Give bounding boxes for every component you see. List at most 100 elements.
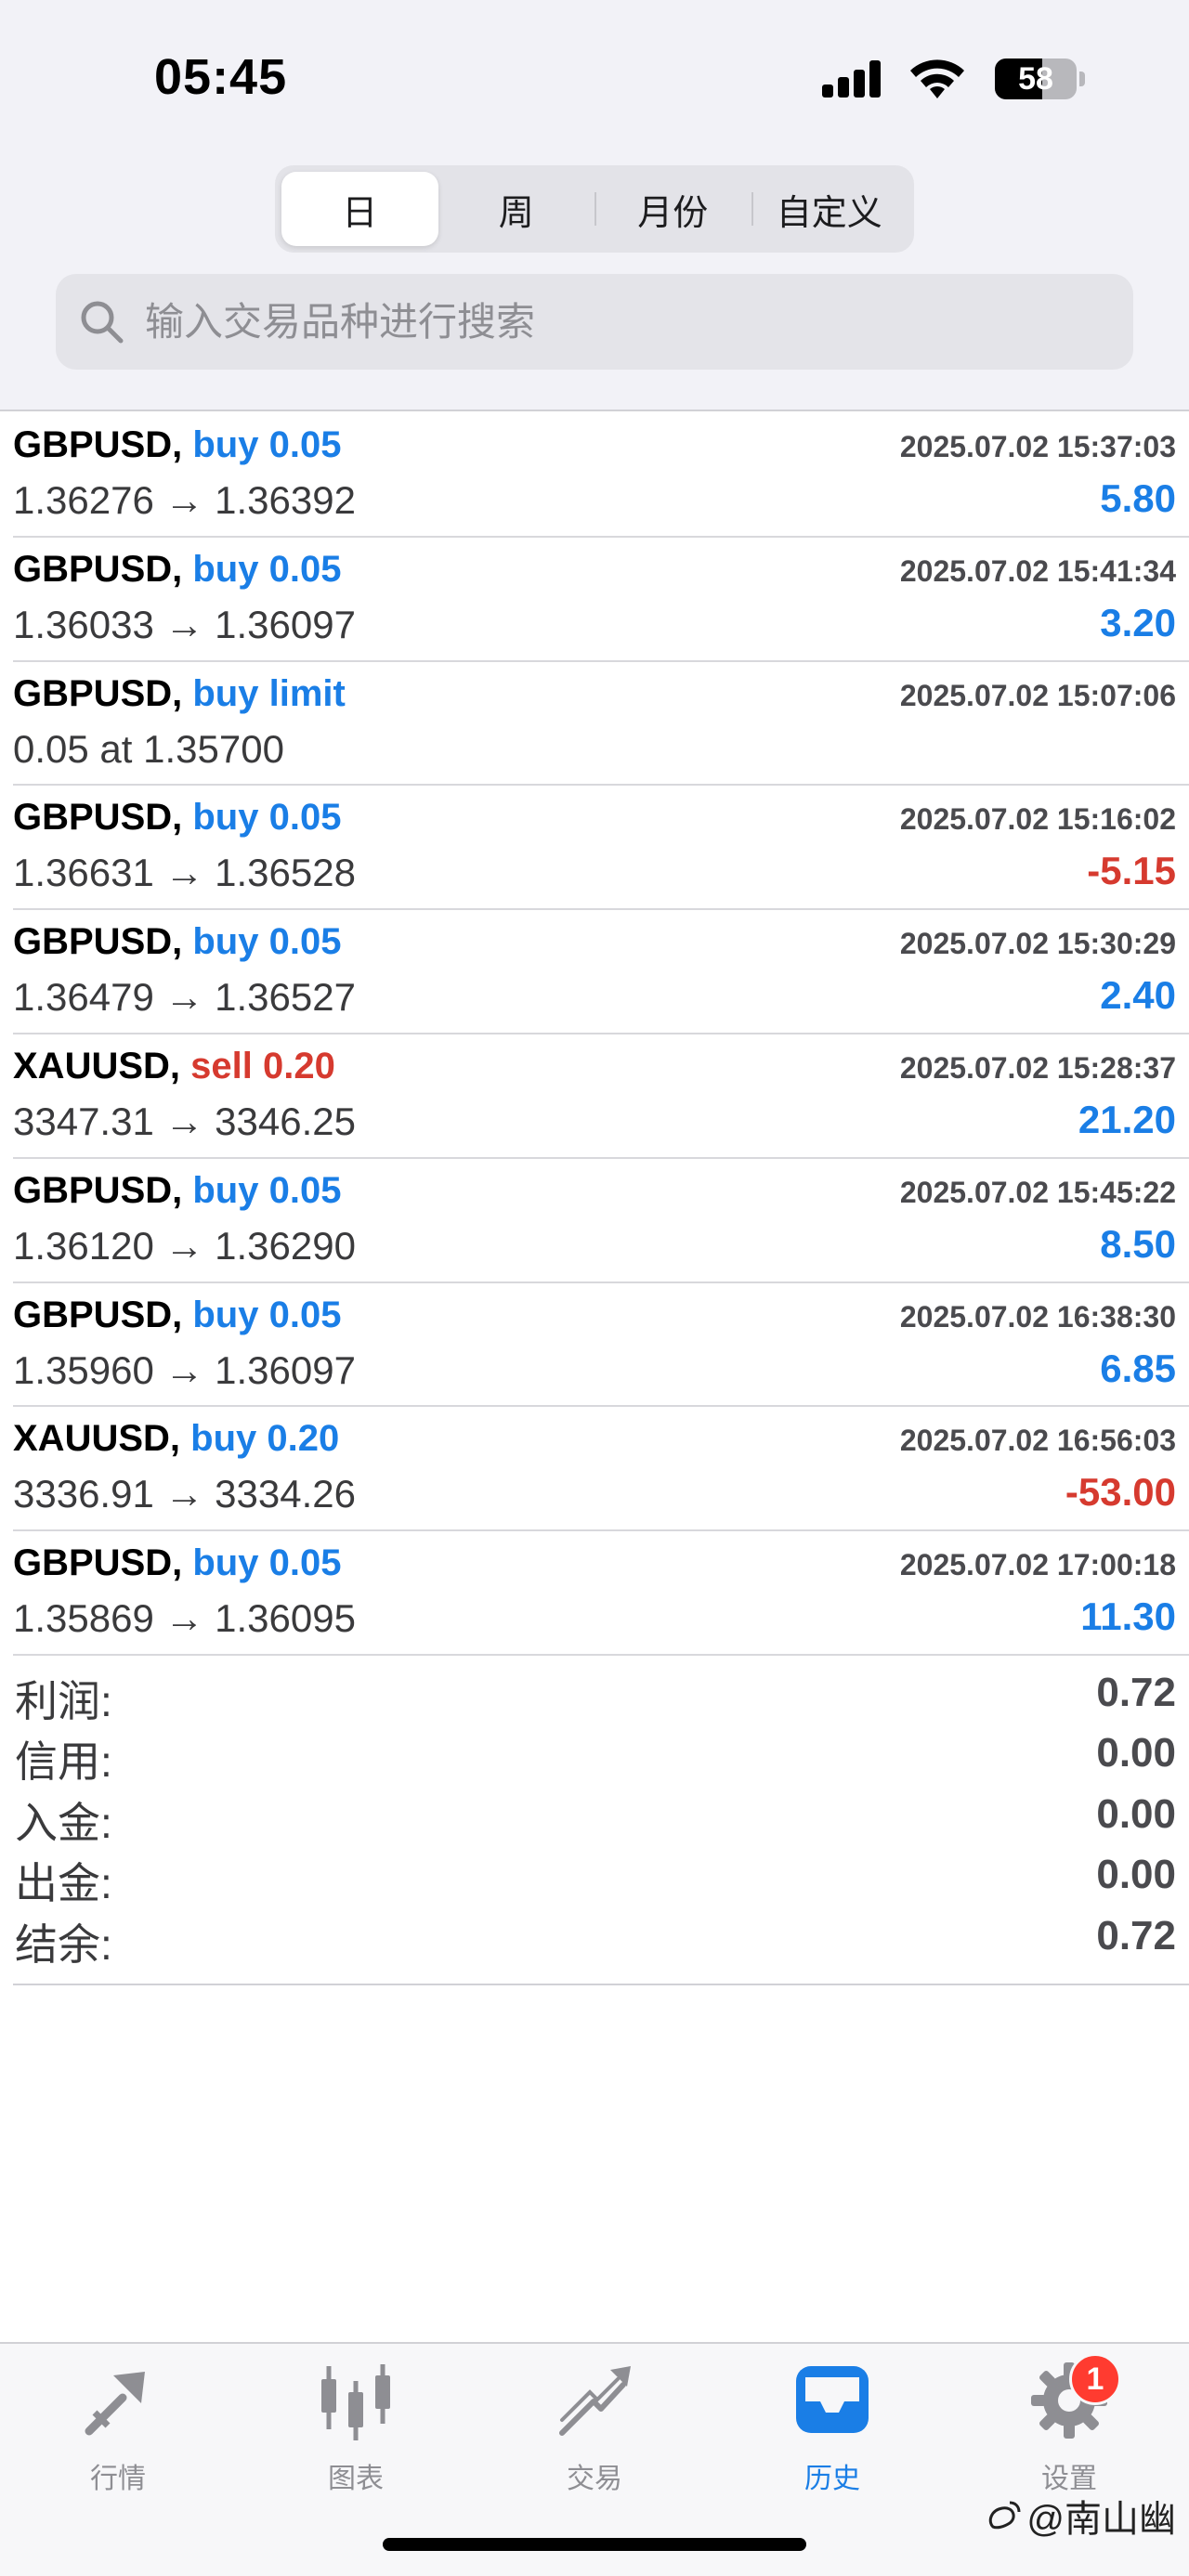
tab-history[interactable]: 历史 [758,2359,907,2517]
battery-level: 58 [1018,60,1053,97]
summary-label: 结余: [15,1919,112,1969]
trade-row[interactable]: XAUUSD, buy 0.20 2025.07.02 16:56:03 333… [0,1407,1189,1531]
trade-profit: 6.85 [1100,1346,1176,1390]
trade-prices: 1.36479 → 1.36527 [13,975,356,1020]
tab-label: 图表 [328,2464,384,2494]
trade-row[interactable]: GBPUSD, buy 0.05 2025.07.02 17:00:18 1.3… [0,1531,1189,1656]
summary-row-profit: 利润: 0.72 [0,1662,1189,1725]
tab-label: 交易 [567,2464,622,2494]
trade-row[interactable]: GBPUSD, buy 0.05 2025.07.02 15:41:34 1.3… [0,538,1189,662]
trade-symbol: XAUUSD, [13,1418,181,1460]
account-summary: 利润: 0.72 信用: 0.00 入金: 0.00 出金: 0.00 结余: … [0,1662,1189,1969]
trade-time: 2025.07.02 17:00:18 [899,1548,1176,1582]
trade-prices: 1.35960 → 1.36097 [13,1347,356,1392]
summary-value: 0.00 [1096,1790,1176,1837]
summary-value: 0.72 [1096,1670,1176,1715]
trade-profit: 21.20 [1078,1097,1176,1141]
trade-row[interactable]: GBPUSD, buy 0.05 2025.07.02 15:30:29 1.3… [0,910,1189,1034]
trade-profit: 5.80 [1100,476,1176,520]
trade-profit: -53.00 [1065,1470,1176,1515]
trade-list: GBPUSD, buy 0.05 2025.07.02 15:37:03 1.3… [0,413,1189,1656]
trade-prices: 1.36631 → 1.36528 [13,851,356,895]
trade-direction: buy 0.05 [192,1542,342,1584]
trade-symbol: GBPUSD, [13,921,183,963]
trade-row[interactable]: GBPUSD, buy 0.05 2025.07.02 16:38:30 1.3… [0,1283,1189,1408]
trade-direction: buy 0.20 [190,1418,340,1460]
search-icon [81,301,124,343]
trade-symbol: GBPUSD, [13,1294,183,1335]
trade-row[interactable]: XAUUSD, sell 0.20 2025.07.02 15:28:37 33… [0,1034,1189,1159]
trade-symbol: GBPUSD, [13,797,183,839]
trade-direction: buy 0.05 [192,1294,342,1335]
trade-row[interactable]: GBPUSD, buy limit 2025.07.02 15:07:06 0.… [0,662,1189,787]
trade-direction: buy 0.05 [192,548,342,590]
trade-prices: 3336.91 → 3334.26 [13,1472,356,1516]
trade-time: 2025.07.02 15:28:37 [899,1050,1176,1085]
search-input[interactable] [145,299,1092,345]
trade-direction: buy limit [192,672,346,714]
trade-profit: 8.50 [1100,1221,1176,1266]
battery-icon: 58 [995,59,1077,99]
period-segmented-control: 日 周 月份 自定义 [275,165,914,253]
tab-charts[interactable]: 图表 [281,2359,430,2517]
trade-row[interactable]: GBPUSD, buy 0.05 2025.07.02 15:16:02 1.3… [0,786,1189,910]
trade-row[interactable]: GBPUSD, buy 0.05 2025.07.02 15:37:03 1.3… [0,413,1189,538]
segment-week[interactable]: 周 [438,172,595,246]
chart-candles-icon [321,2364,390,2440]
trade-prices: 1.35869 → 1.36095 [13,1596,356,1641]
trade-symbol: GBPUSD, [13,672,183,714]
tab-quotes[interactable]: 行情 [44,2359,192,2517]
history-inbox-icon [796,2366,869,2433]
trade-time: 2025.07.02 15:16:02 [899,802,1176,837]
trade-icon [559,2366,631,2436]
weibo-logo-icon [989,2501,1021,2530]
summary-label: 信用: [15,1737,112,1787]
trade-prices: 3347.31 → 3346.25 [13,1099,356,1143]
summary-value: 0.00 [1096,1852,1176,1898]
trade-time: 2025.07.02 15:45:22 [899,1175,1176,1209]
summary-row-balance: 结余: 0.72 [0,1906,1189,1969]
summary-label: 利润: [15,1677,112,1725]
trade-symbol: XAUUSD, [13,1045,181,1086]
trade-symbol: GBPUSD, [13,548,183,590]
trade-time: 2025.07.02 15:41:34 [899,553,1176,588]
tab-trade[interactable]: 交易 [520,2359,669,2517]
trade-time: 2025.07.02 15:30:29 [899,927,1176,961]
summary-label: 出金: [15,1859,112,1908]
tab-label: 历史 [804,2464,860,2494]
segment-day[interactable]: 日 [281,172,438,246]
trade-profit: 3.20 [1100,600,1176,644]
trade-prices: 0.05 at 1.35700 [13,726,284,771]
summary-value: 0.72 [1096,1912,1176,1958]
trade-row[interactable]: GBPUSD, buy 0.05 2025.07.02 15:45:22 1.3… [0,1159,1189,1283]
segment-custom[interactable]: 自定义 [751,172,908,246]
trade-prices: 1.36276 → 1.36392 [13,478,356,522]
summary-row-credit: 信用: 0.00 [0,1723,1189,1786]
trade-time: 2025.07.02 16:56:03 [899,1424,1176,1458]
trade-profit: 2.40 [1100,973,1176,1018]
summary-label: 入金: [15,1798,112,1847]
summary-row-withdrawal: 出金: 0.00 [0,1844,1189,1907]
trade-prices: 1.36120 → 1.36290 [13,1223,356,1268]
status-icons: 58 [822,56,1085,102]
header-area: 05:45 58 日 周 月份 自定义 [0,0,1189,411]
notification-badge: 1 [1069,2353,1121,2405]
trade-time: 2025.07.02 16:38:30 [899,1299,1176,1334]
summary-value: 0.00 [1096,1730,1176,1776]
trade-direction: buy 0.05 [192,424,342,465]
cellular-signal-icon [822,60,881,98]
trade-symbol: GBPUSD, [13,1169,183,1211]
trade-direction: buy 0.05 [192,1169,342,1211]
trade-prices: 1.36033 → 1.36097 [13,602,356,646]
home-indicator[interactable] [383,2538,806,2551]
watermark-text: @南山幽 [1026,2499,1176,2540]
status-time: 05:45 [154,49,288,105]
trade-profit: 11.30 [1080,1594,1176,1639]
trade-direction: buy 0.05 [192,797,342,839]
history-screen: 05:45 58 日 周 月份 自定义 输入交易品种进行搜索 GBPUSD, b… [0,0,1189,2576]
summary-divider [13,1984,1189,1985]
trade-direction: buy 0.05 [192,921,342,963]
segment-month[interactable]: 月份 [594,172,751,246]
summary-row-deposit: 入金: 0.00 [0,1784,1189,1847]
watermark: @南山幽 [986,2489,1176,2543]
